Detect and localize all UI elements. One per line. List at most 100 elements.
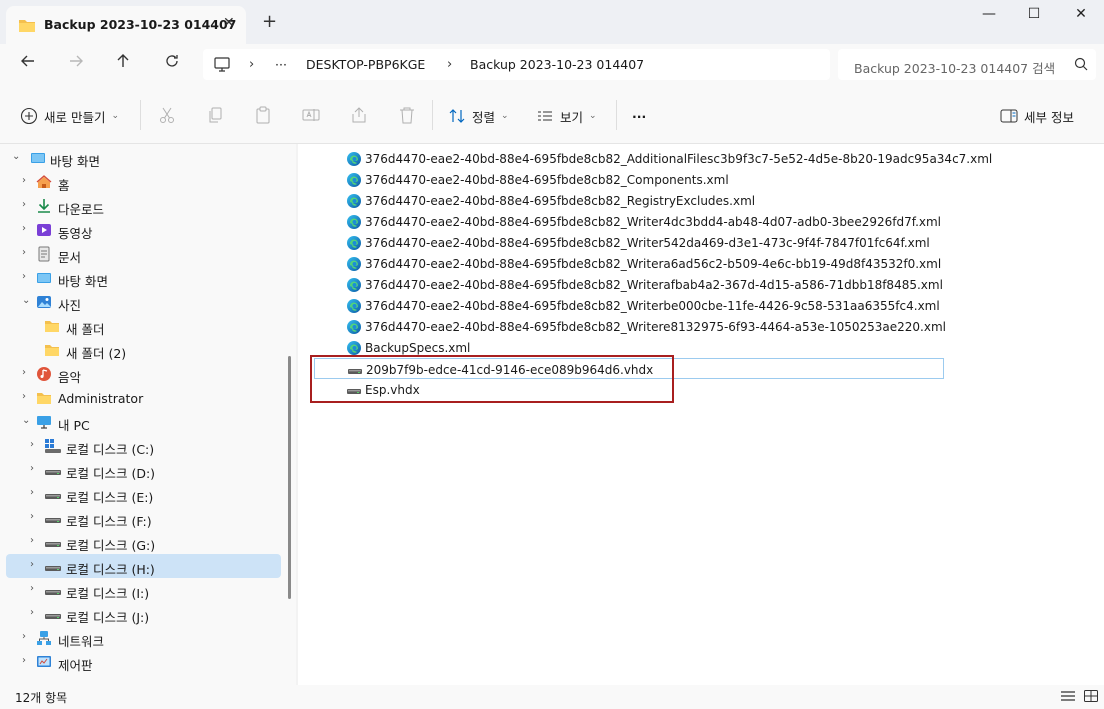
chevron-right-icon[interactable]: › — [22, 271, 26, 282]
sidebar-item-label: 로컬 디스크 (C:) — [66, 442, 155, 457]
breadcrumb-desktop[interactable]: DESKTOP-PBP6KGE — [306, 57, 425, 72]
breadcrumb-backup[interactable]: Backup 2023-10-23 014407 — [470, 57, 644, 72]
sidebar-item[interactable]: ⌄ 사진 — [6, 290, 281, 314]
sidebar-item[interactable]: › 로컬 디스크 (H:) — [6, 554, 281, 578]
pc-icon — [36, 414, 52, 430]
chevron-right-icon[interactable]: › — [30, 535, 34, 546]
sidebar-scrollbar[interactable] — [288, 356, 291, 599]
chevron-right-icon[interactable]: › — [30, 487, 34, 498]
sidebar-item[interactable]: › 로컬 디스크 (F:) — [6, 506, 281, 530]
file-name: 376d4470-eae2-40bd-88e4-695fbde8cb82_Wri… — [365, 257, 942, 271]
sidebar-item-label: 바탕 화면 — [50, 154, 100, 169]
sidebar-item[interactable]: › 바탕 화면 — [6, 266, 281, 290]
chevron-right-icon[interactable]: › — [30, 511, 34, 522]
sidebar-item[interactable]: 새 폴더 (2) — [6, 338, 281, 362]
file-list-item[interactable]: 376d4470-eae2-40bd-88e4-695fbde8cb82_Reg… — [314, 190, 944, 211]
chevron-down-icon[interactable]: ⌄ — [22, 295, 30, 306]
chevron-right-icon[interactable]: › — [22, 223, 26, 234]
chevron-right-icon[interactable]: › — [22, 175, 26, 186]
chevron-down-icon: ⌄ — [111, 111, 120, 121]
sidebar-item[interactable]: › Administrator — [6, 386, 281, 410]
chevron-right-icon[interactable]: › — [22, 391, 26, 402]
details-view-icon[interactable] — [1060, 688, 1078, 706]
share-icon[interactable] — [350, 106, 368, 124]
tab-backup[interactable]: Backup 2023-10-23 014407 ✕ — [6, 6, 246, 44]
chevron-right-icon[interactable]: › — [30, 439, 34, 450]
paste-icon[interactable] — [254, 106, 272, 124]
rename-icon[interactable] — [302, 106, 320, 124]
sidebar-item[interactable]: › 제어판 — [6, 650, 281, 674]
divider — [140, 100, 141, 130]
file-list-item[interactable]: 376d4470-eae2-40bd-88e4-695fbde8cb82_Wri… — [314, 232, 944, 253]
chevron-right-icon[interactable]: › — [30, 583, 34, 594]
sidebar-item[interactable]: › 로컬 디스크 (D:) — [6, 458, 281, 482]
forward-button[interactable] — [64, 53, 88, 77]
sidebar-item[interactable]: › 음악 — [6, 362, 281, 386]
sidebar-item[interactable]: › 홈 — [6, 170, 281, 194]
sidebar-item[interactable]: › 문서 — [6, 242, 281, 266]
file-list-item[interactable]: 376d4470-eae2-40bd-88e4-695fbde8cb82_Wri… — [314, 295, 944, 316]
chevron-right-icon[interactable]: › — [22, 247, 26, 258]
arrow-left-icon — [21, 55, 34, 67]
sidebar-item[interactable]: › 로컬 디스크 (I:) — [6, 578, 281, 602]
chevron-right-icon[interactable]: › — [30, 607, 34, 618]
copy-icon[interactable] — [206, 106, 224, 124]
sidebar-item[interactable]: › 다운로드 — [6, 194, 281, 218]
file-list-item[interactable]: 376d4470-eae2-40bd-88e4-695fbde8cb82_Wri… — [314, 274, 944, 295]
chevron-down-icon[interactable]: ⌄ — [12, 151, 20, 162]
file-name: BackupSpecs.xml — [365, 341, 471, 355]
sidebar-item[interactable]: › 네트워크 — [6, 626, 281, 650]
search-box[interactable]: Backup 2023-10-23 014407 검색 — [838, 49, 1096, 80]
new-button[interactable]: 새로 만들기 ⌄ — [20, 105, 119, 127]
chevron-right-icon[interactable]: › — [30, 559, 34, 570]
file-name: 376d4470-eae2-40bd-88e4-695fbde8cb82_Wri… — [365, 215, 942, 229]
sidebar-item[interactable]: › 로컬 디스크 (G:) — [6, 530, 281, 554]
chevron-right-icon[interactable]: › — [22, 631, 26, 642]
file-list-item[interactable]: 376d4470-eae2-40bd-88e4-695fbde8cb82_Wri… — [314, 211, 944, 232]
sidebar-item-label: 홈 — [58, 178, 70, 193]
view-button[interactable]: 보기 ⌄ — [536, 105, 597, 127]
tiles-view-icon[interactable] — [1083, 688, 1101, 706]
address-bar[interactable]: › ··· DESKTOP-PBP6KGE › Backup 2023-10-2… — [203, 49, 830, 80]
chevron-down-icon[interactable]: ⌄ — [22, 415, 30, 426]
sidebar-item-label: 네트워크 — [58, 634, 105, 649]
tab-close-icon[interactable]: ✕ — [223, 15, 235, 31]
sidebar-item[interactable]: ⌄ 내 PC — [6, 410, 281, 434]
file-list-item[interactable]: 376d4470-eae2-40bd-88e4-695fbde8cb82_Wri… — [314, 316, 946, 337]
delete-icon[interactable] — [398, 106, 416, 124]
sidebar-item[interactable]: ⌄ 바탕 화면 — [6, 146, 281, 170]
drive-icon — [44, 534, 61, 550]
edge-xml-icon — [346, 214, 362, 230]
more-options-button[interactable]: ··· — [632, 105, 646, 127]
status-bar: 12개 항목 — [0, 685, 1104, 709]
sidebar-item-label: 동영상 — [58, 226, 93, 241]
control-panel-icon — [36, 654, 52, 670]
sort-button[interactable]: 정렬 ⌄ — [448, 105, 509, 127]
sidebar-item-label: 바탕 화면 — [58, 274, 108, 289]
chevron-right-icon[interactable]: › — [22, 199, 26, 210]
up-button[interactable] — [111, 53, 135, 77]
chevron-right-icon[interactable]: › — [22, 655, 26, 666]
details-pane-button[interactable]: 세부 정보 — [1000, 105, 1074, 127]
new-tab-button[interactable]: + — [262, 13, 277, 31]
sidebar-item[interactable]: › 로컬 디스크 (E:) — [6, 482, 281, 506]
close-button[interactable]: ✕ — [1069, 6, 1093, 26]
file-list-item[interactable]: 376d4470-eae2-40bd-88e4-695fbde8cb82_Add… — [314, 148, 992, 169]
breadcrumb-more[interactable]: ··· — [275, 57, 287, 72]
file-list-item[interactable]: 376d4470-eae2-40bd-88e4-695fbde8cb82_Wri… — [314, 253, 944, 274]
add-circle-icon — [20, 107, 38, 125]
minimize-button[interactable]: — — [977, 6, 1001, 26]
back-button[interactable] — [16, 53, 40, 77]
sidebar-item[interactable]: › 동영상 — [6, 218, 281, 242]
cut-icon[interactable] — [158, 106, 176, 124]
edge-xml-icon — [346, 193, 362, 209]
sidebar-item-label: 문서 — [58, 250, 82, 265]
sidebar-item[interactable]: 새 폴더 — [6, 314, 281, 338]
chevron-right-icon[interactable]: › — [30, 463, 34, 474]
sidebar-item[interactable]: › 로컬 디스크 (J:) — [6, 602, 281, 626]
chevron-right-icon[interactable]: › — [22, 367, 26, 378]
sidebar-item[interactable]: › 로컬 디스크 (C:) — [6, 434, 281, 458]
file-list-item[interactable]: 376d4470-eae2-40bd-88e4-695fbde8cb82_Com… — [314, 169, 944, 190]
maximize-button[interactable]: ☐ — [1022, 6, 1046, 26]
refresh-button[interactable] — [160, 53, 184, 77]
